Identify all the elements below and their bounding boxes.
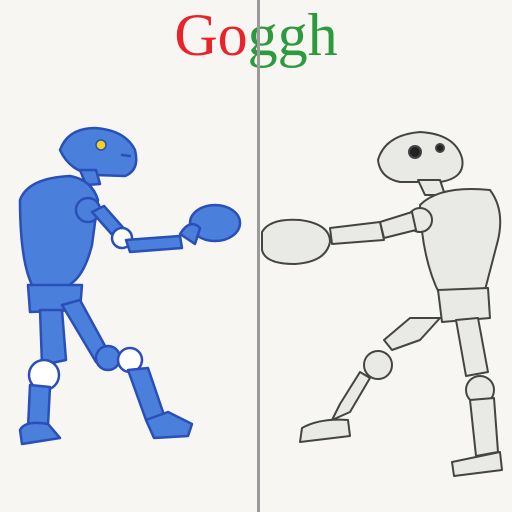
gray-robot — [261, 131, 503, 477]
illustration-canvas: G o g g h — [0, 0, 512, 512]
gray-robot-glove — [261, 218, 331, 265]
gray-robot-torso — [419, 188, 502, 296]
gray-robot-head — [377, 131, 464, 183]
